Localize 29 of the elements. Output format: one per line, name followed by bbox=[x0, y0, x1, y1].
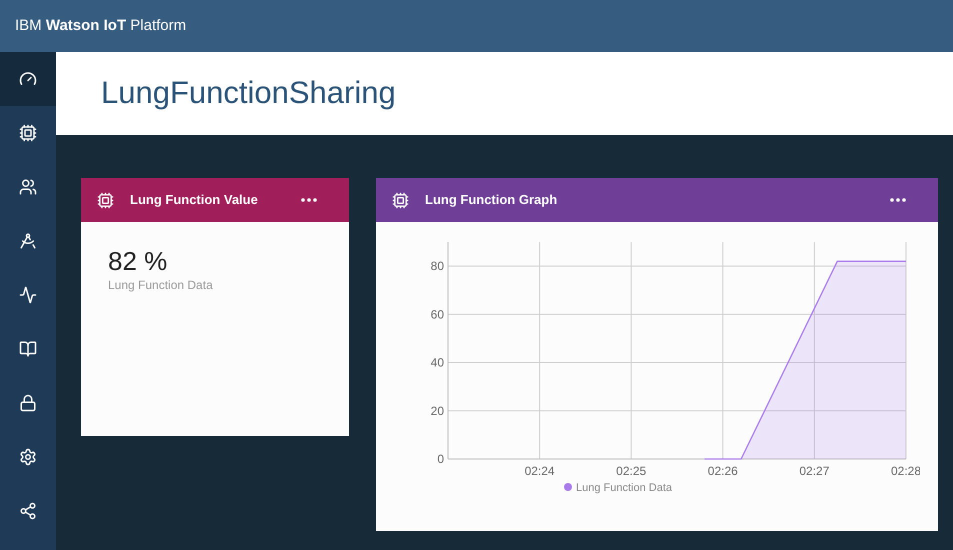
dashboard-icon bbox=[19, 70, 37, 88]
chip-icon bbox=[392, 192, 409, 208]
y-tick-label: 0 bbox=[437, 452, 444, 466]
x-tick-label: 02:27 bbox=[799, 464, 830, 478]
x-tick-label: 02:26 bbox=[708, 464, 738, 478]
y-tick-label: 60 bbox=[430, 307, 444, 322]
book-icon bbox=[19, 340, 37, 358]
more-options-icon[interactable] bbox=[890, 198, 906, 202]
lock-icon bbox=[19, 394, 37, 412]
x-tick-label: 02:24 bbox=[524, 464, 555, 478]
chip-icon bbox=[19, 124, 37, 142]
y-tick-label: 40 bbox=[430, 356, 444, 370]
page-title: LungFunctionSharing bbox=[101, 74, 396, 112]
more-options-icon[interactable] bbox=[301, 198, 317, 202]
chip-icon bbox=[97, 192, 114, 208]
chart-line-icon bbox=[19, 286, 37, 304]
compass-icon bbox=[19, 232, 37, 250]
x-tick-label: 02:25 bbox=[616, 464, 646, 478]
app-title: IBM Watson IoT Platform bbox=[15, 16, 186, 36]
metric-value: 82 % bbox=[108, 246, 168, 276]
metric-caption: Lung Function Data bbox=[108, 277, 214, 294]
legend-label: Lung Function Data bbox=[576, 482, 672, 494]
card-title: Lung Function Value bbox=[130, 191, 259, 210]
settings-icon bbox=[19, 448, 37, 466]
share-icon bbox=[19, 502, 37, 520]
y-tick-label: 80 bbox=[430, 259, 444, 274]
card-title: Lung Function Graph bbox=[425, 191, 558, 210]
y-tick-label: 20 bbox=[430, 404, 444, 418]
people-icon bbox=[19, 178, 37, 196]
